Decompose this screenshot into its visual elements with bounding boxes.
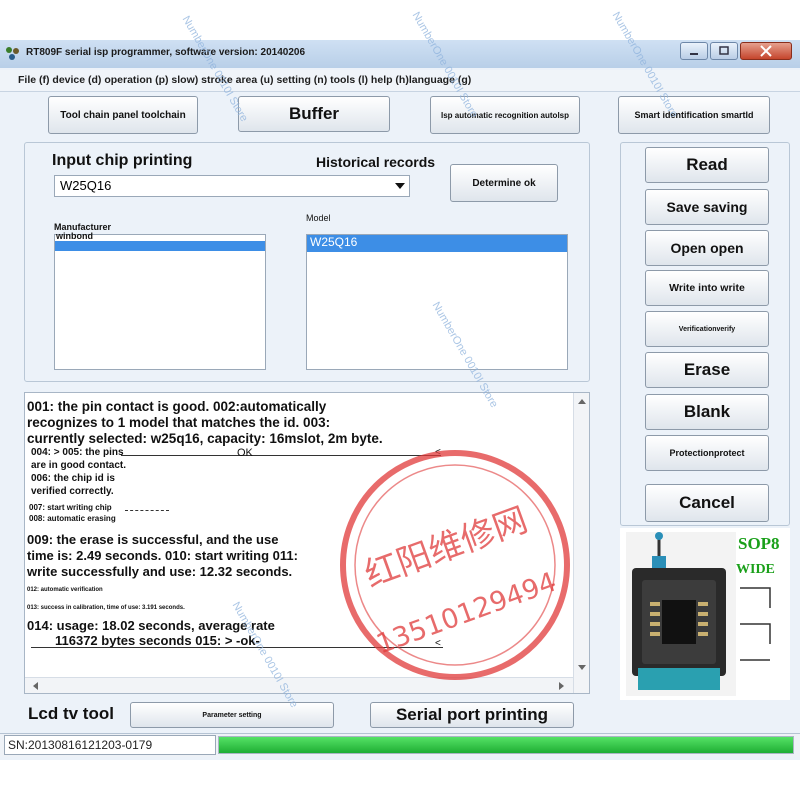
chip-select[interactable]: W25Q16 [54,175,410,197]
cancel-button[interactable]: Cancel [645,484,769,522]
close-icon [760,45,772,57]
log-line: 004: > 005: the pins [31,447,124,458]
protect-button[interactable]: Protectionprotect [645,435,769,471]
scroll-left-icon[interactable] [33,682,38,690]
chevron-down-icon [395,183,405,189]
log-line: verified correctly. [31,486,114,497]
model-label: Model [306,213,331,223]
log-separator [121,455,441,456]
log-line: 116372 bytes seconds 015: > -ok- [55,633,260,648]
menu-items[interactable]: File (f) device (d) operation (p) slow) … [18,74,471,86]
determine-button[interactable]: Determine ok [450,164,558,202]
toolchain-button[interactable]: Tool chain panel toolchain [48,96,198,134]
log-ok-marker: OK [237,447,253,459]
smartid-button[interactable]: Smart identification smartld [618,96,770,134]
window-title: RT809F serial isp programmer, software v… [26,47,306,58]
log-end-marker: < [435,447,441,458]
scroll-up-icon[interactable] [578,399,586,404]
chip-label-sop8: SOP8 [738,534,780,553]
scroll-down-icon[interactable] [578,665,586,670]
chip-socket-image: SOP8 WIDE [620,528,790,700]
verify-button[interactable]: Verificationverify [645,311,769,347]
log-line: write successfully and use: 12.32 second… [27,564,293,579]
open-button[interactable]: Open open [645,230,769,266]
manufacturer-item-label: winbond [56,231,93,241]
buffer-button[interactable]: Buffer [238,96,390,132]
close-button[interactable] [740,42,792,60]
parameter-setting-button[interactable]: Parameter setting [130,702,334,728]
log-line: 008: automatic erasing [29,514,116,523]
log-line: 007: start writing chip [29,503,112,512]
log-line: 001: the pin contact is good. 002:automa… [27,399,327,414]
erase-button[interactable]: Erase [645,352,769,388]
chip-select-value: W25Q16 [60,178,112,193]
log-line: 012: automatic verification [27,587,103,593]
vertical-scrollbar[interactable] [573,393,589,693]
write-button[interactable]: Write into write [645,270,769,306]
app-icon [6,47,19,60]
minimize-icon [690,53,698,55]
serial-number: SN:20130816121203-0179 [4,735,216,755]
log-separator [125,510,169,511]
log-line: recognizes to 1 model that matches the i… [27,415,331,430]
minimize-button[interactable] [680,42,708,60]
scroll-right-icon[interactable] [559,682,564,690]
serial-port-button[interactable]: Serial port printing [370,702,574,728]
horizontal-scrollbar[interactable] [25,677,573,693]
progress-bar [218,736,794,754]
log-line: 006: the chip id is [31,473,115,484]
log-line: currently selected: w25q16, capacity: 16… [27,431,383,446]
log-line: time is: 2.49 seconds. 010: start writin… [27,548,298,563]
model-item-selected[interactable]: W25Q16 [307,235,567,252]
save-button[interactable]: Save saving [645,189,769,225]
manufacturer-item-selected[interactable]: winbond [55,231,265,251]
log-line: 013: success in calibration, time of use… [27,605,185,611]
manufacturer-list[interactable]: winbond [54,231,266,370]
log-line: 009: the erase is successful, and the us… [27,532,279,547]
read-button[interactable]: Read [645,147,769,183]
input-chip-label: Input chip printing [52,152,193,169]
autoisp-button[interactable]: Isp automatic recognition autolsp [430,96,580,134]
progress-fill [219,737,793,753]
maximize-button[interactable] [710,42,738,60]
history-label: Historical records [316,154,436,170]
chip-label-wide: WIDE [736,562,775,577]
maximize-icon [719,46,729,55]
blank-button[interactable]: Blank [645,394,769,430]
log-line: are in good contact. [31,460,127,471]
lcd-tool-label[interactable]: Lcd tv tool [28,704,114,724]
